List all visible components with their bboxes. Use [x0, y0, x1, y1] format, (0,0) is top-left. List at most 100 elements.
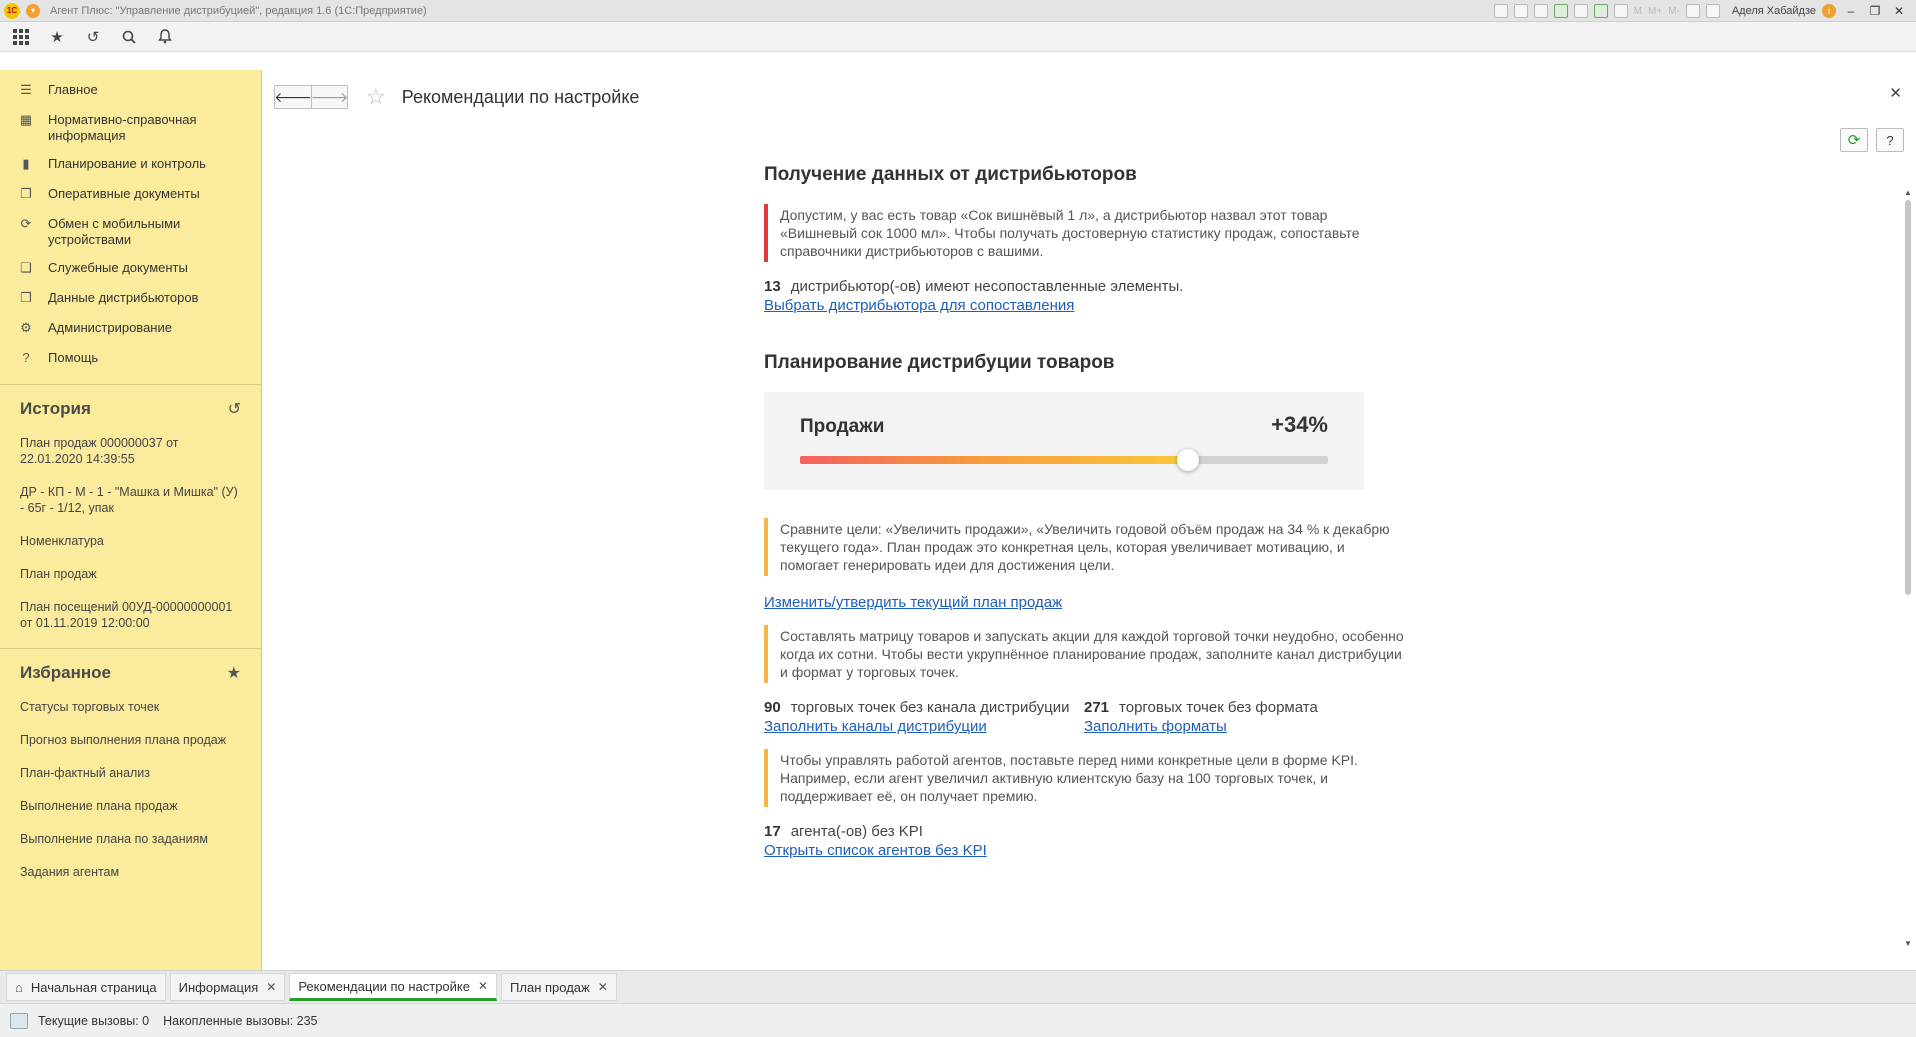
sidebar-item-reference-info[interactable]: ▦ Нормативно-справочная информация	[0, 106, 261, 150]
refresh-button[interactable]: ⟳	[1840, 128, 1868, 152]
history-item[interactable]: План посещений 00УД-00000000001 от 01.11…	[20, 599, 241, 631]
sidebar-item-operational-docs[interactable]: ❐ Оперативные документы	[0, 180, 261, 210]
tab-recommendations[interactable]: Рекомендации по настройке ✕	[289, 973, 498, 1001]
help-icon: ?	[22, 350, 30, 365]
select-distributor-link[interactable]: Выбрать дистрибьютора для сопоставления	[764, 297, 1074, 314]
sidebar-item-help[interactable]: ? Помощь	[0, 344, 261, 374]
sync-icon: ⟳	[20, 216, 32, 231]
user-name[interactable]: Аделя Хабайдзе	[1732, 5, 1816, 17]
favorite-item[interactable]: План-фактный анализ	[20, 765, 241, 781]
favorite-item[interactable]: Прогноз выполнения плана продаж	[20, 732, 241, 748]
star-icon[interactable]: ★	[227, 663, 241, 683]
close-tab-icon[interactable]: ✕	[266, 980, 276, 994]
close-tab-icon[interactable]: ✕	[478, 979, 488, 993]
info-icon[interactable]: i	[1822, 4, 1836, 18]
sales-slider-fill	[800, 456, 1188, 464]
minimize-icon[interactable]: –	[1842, 4, 1860, 18]
panels-icon[interactable]	[1705, 4, 1720, 18]
sidebar-item-label: Главное	[48, 82, 98, 97]
current-calls: Текущие вызовы: 0	[38, 1013, 150, 1028]
close-form-icon[interactable]: ✕	[1889, 84, 1902, 102]
service-docs-icon: ❏	[20, 260, 32, 275]
favorite-item[interactable]: Задания агентам	[20, 864, 241, 880]
upload-icon[interactable]	[1553, 4, 1568, 18]
open-agents-without-kpi-link[interactable]: Открыть список агентов без KPI	[764, 842, 987, 859]
close-tab-icon[interactable]: ✕	[598, 980, 608, 994]
gear-icon: ⚙	[20, 320, 32, 335]
history-icon[interactable]: ↺	[228, 399, 241, 419]
history-item[interactable]: План продаж 000000037 от 22.01.2020 14:3…	[20, 435, 241, 467]
tab-sales-plan[interactable]: План продаж ✕	[501, 973, 617, 1001]
favorite-item[interactable]: Статусы торговых точек	[20, 699, 241, 715]
forward-arrow-icon[interactable]: 🡒	[311, 86, 348, 108]
history-icon[interactable]: ↺	[82, 26, 104, 48]
restore-icon[interactable]: ❐	[1866, 4, 1884, 18]
history-item[interactable]: Номенклатура	[20, 533, 241, 549]
sales-slider-knob[interactable]	[1177, 449, 1199, 471]
server-calls-icon[interactable]	[10, 1012, 28, 1029]
history-item[interactable]: План продаж	[20, 566, 241, 582]
sidebar-item-planning[interactable]: ▮ Планирование и контроль	[0, 150, 261, 180]
channel-count: 90	[764, 699, 781, 716]
format-stat: 271 торговых точек без формата	[1084, 699, 1404, 716]
print-icon[interactable]	[1513, 4, 1528, 18]
scroll-up-icon[interactable]: ▲	[1904, 188, 1912, 197]
sidebar-item-administration[interactable]: ⚙ Администрирование	[0, 314, 261, 344]
history-item[interactable]: ДР - КП - М - 1 - "Машка и Мишка" (У) - …	[20, 484, 241, 516]
sidebar-item-main[interactable]: ☰ Главное	[0, 76, 261, 106]
save-icon[interactable]	[1493, 4, 1508, 18]
sidebar-item-service-docs[interactable]: ❏ Служебные документы	[0, 254, 261, 284]
sidebar-item-label: Нормативно-справочная информация	[48, 112, 197, 143]
calendar-icon[interactable]	[1613, 4, 1628, 18]
tab-label: Начальная страница	[30, 979, 157, 995]
tab-home[interactable]: ⌂ Начальная страница	[6, 973, 166, 1001]
preview-icon[interactable]	[1533, 4, 1548, 18]
scroll-down-icon[interactable]: ▼	[1904, 939, 1912, 948]
sidebar-item-label: Оперативные документы	[48, 186, 200, 201]
main-toolbar: ★ ↺	[0, 22, 1916, 52]
sales-label: Продажи	[800, 416, 885, 437]
apps-grid-icon[interactable]	[10, 26, 32, 48]
sidebar-item-mobile-exchange[interactable]: ⟳ Обмен с мобильными устройствами	[0, 210, 261, 254]
edit-sales-plan-link[interactable]: Изменить/утвердить текущий план продаж	[764, 594, 1062, 611]
sidebar-item-distributor-data[interactable]: ❒ Данные дистрибьюторов	[0, 284, 261, 314]
zoom-icon[interactable]	[1685, 4, 1700, 18]
favorite-item[interactable]: Выполнение плана продаж	[20, 798, 241, 814]
page-title: Рекомендации по настройке	[401, 86, 640, 107]
add-favorite-star-icon[interactable]: ☆	[366, 84, 386, 110]
link-icon[interactable]	[1573, 4, 1588, 18]
memory-button[interactable]: M	[1634, 6, 1642, 17]
format-count: 271	[1084, 699, 1110, 716]
fill-channels-link[interactable]: Заполнить каналы дистрибуции	[764, 718, 987, 735]
sidebar: ☰ Главное ▦ Нормативно-справочная информ…	[0, 70, 262, 970]
planning-heading: Планирование дистрибуции товаров	[764, 352, 1115, 373]
sidebar-item-label: Служебные документы	[48, 260, 188, 275]
channel-stat-text: торговых точек без канала дистрибуции	[790, 699, 1070, 716]
kpi-note: Чтобы управлять работой агентов, поставь…	[764, 749, 1404, 807]
sales-growth-banner: Продажи +34%	[764, 392, 1364, 490]
tab-information[interactable]: Информация ✕	[169, 973, 286, 1001]
main-menu-icon[interactable]: ▾	[26, 3, 40, 18]
sales-slider[interactable]	[800, 449, 1328, 471]
scrollbar-thumb[interactable]	[1905, 200, 1911, 595]
back-arrow-icon[interactable]: 🡐	[274, 86, 312, 108]
window-close-icon[interactable]: ✕	[1890, 4, 1908, 18]
distributor-data-icon: ❒	[20, 290, 32, 305]
favorites-star-icon[interactable]: ★	[46, 26, 68, 48]
search-icon[interactable]	[118, 26, 140, 48]
distributors-stat-text: дистрибьютор(-ов) имеют несопоставленные…	[790, 278, 1184, 295]
favorite-item[interactable]: Выполнение плана по заданиям	[20, 831, 241, 847]
bell-icon[interactable]	[154, 26, 176, 48]
help-button[interactable]: ?	[1876, 128, 1904, 152]
fill-formats-link[interactable]: Заполнить форматы	[1084, 718, 1227, 735]
window-titlebar: 1С ▾ Агент Плюс: "Управление дистрибуцие…	[0, 0, 1916, 22]
form-area: 🡐 🡒 ☆ Рекомендации по настройке ✕ ⟳ ? ▲ …	[262, 70, 1916, 970]
memory-plus-button[interactable]: M+	[1648, 6, 1662, 17]
sales-growth-value: +34%	[1271, 412, 1328, 437]
status-bar: Текущие вызовы: 0 Накопленные вызовы: 23…	[0, 1003, 1916, 1037]
menu-icon: ☰	[20, 82, 32, 97]
vertical-scrollbar[interactable]: ▲ ▼	[1904, 188, 1912, 948]
spreadsheet-icon[interactable]	[1593, 4, 1608, 18]
app-logo: 1С	[4, 2, 20, 19]
memory-minus-button[interactable]: M-	[1668, 6, 1680, 17]
